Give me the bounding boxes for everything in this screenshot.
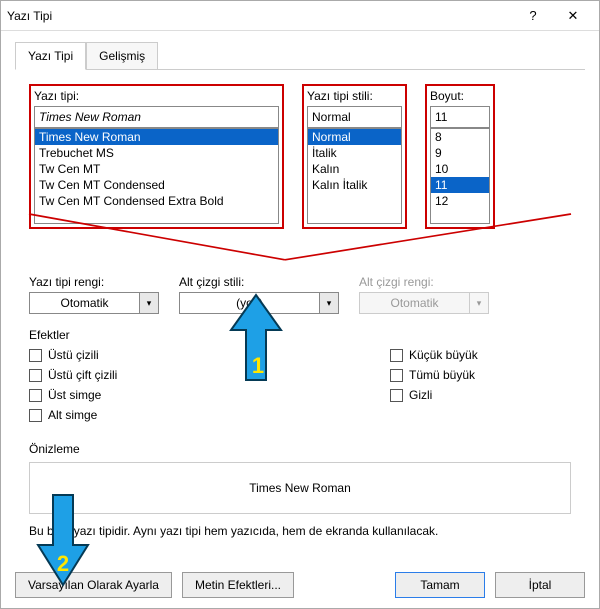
- tab-advanced[interactable]: Gelişmiş: [86, 42, 158, 70]
- chevron-down-icon: ▾: [469, 292, 489, 314]
- cb-smallcaps[interactable]: Küçük büyük: [390, 348, 571, 362]
- list-item[interactable]: 9: [431, 145, 489, 161]
- font-name-group: Yazı tipi: Times New Roman Times New Rom…: [29, 84, 284, 229]
- cb-hidden[interactable]: Gizli: [390, 388, 571, 402]
- font-style-group: Yazı tipi stili: Normal Normal İtalik Ka…: [302, 84, 407, 229]
- underline-style-combo[interactable]: (yok) ▾: [179, 292, 339, 314]
- cb-superscript[interactable]: Üst simge: [29, 388, 210, 402]
- window-title: Yazı Tipi: [7, 9, 513, 23]
- cb-allcaps[interactable]: Tümü büyük: [390, 368, 571, 382]
- chevron-down-icon[interactable]: ▾: [319, 292, 339, 314]
- style-list[interactable]: Normal İtalik Kalın Kalın İtalik: [307, 128, 402, 224]
- checkbox-icon: [390, 369, 403, 382]
- size-list[interactable]: 8 9 10 11 12: [430, 128, 490, 224]
- list-item[interactable]: Trebuchet MS: [35, 145, 278, 161]
- text-effects-button[interactable]: Metin Efektleri...: [182, 572, 294, 598]
- font-top-row: Yazı tipi: Times New Roman Times New Rom…: [29, 84, 571, 229]
- preview-text: Times New Roman: [249, 481, 351, 495]
- close-button[interactable]: ✕: [553, 8, 593, 24]
- font-dialog: Yazı Tipi ? ✕ Yazı Tipi Gelişmiş Yazı ti…: [0, 0, 600, 609]
- checkbox-icon: [390, 389, 403, 402]
- underline-color-value: Otomatik: [359, 292, 469, 314]
- checkbox-icon: [29, 409, 42, 422]
- list-item[interactable]: Kalın: [308, 161, 401, 177]
- cancel-button[interactable]: İptal: [495, 572, 585, 598]
- cb-strike[interactable]: Üstü çizili: [29, 348, 210, 362]
- style-input[interactable]: Normal: [307, 106, 402, 128]
- underline-color-label: Alt çizgi rengi:: [359, 275, 489, 289]
- dialog-footer: Varsayılan Olarak Ayarla Metin Efektleri…: [1, 562, 599, 608]
- checkbox-icon: [390, 349, 403, 362]
- checkbox-icon: [29, 369, 42, 382]
- list-item[interactable]: Tw Cen MT: [35, 161, 278, 177]
- font-input[interactable]: Times New Roman: [34, 106, 279, 128]
- list-item[interactable]: 8: [431, 129, 489, 145]
- effects-label: Efektler: [29, 328, 571, 342]
- list-item[interactable]: Normal: [308, 129, 401, 145]
- tab-font[interactable]: Yazı Tipi: [15, 42, 86, 70]
- list-item[interactable]: Tw Cen MT Condensed Extra Bold: [35, 193, 278, 209]
- list-item[interactable]: İtalik: [308, 145, 401, 161]
- help-button[interactable]: ?: [513, 8, 553, 23]
- cb-label: Küçük büyük: [409, 348, 478, 362]
- chevron-down-icon[interactable]: ▾: [139, 292, 159, 314]
- cb-label: Üst simge: [48, 388, 101, 402]
- underline-style-value: (yok): [179, 292, 319, 314]
- cb-label: Tümü büyük: [409, 368, 475, 382]
- ok-button[interactable]: Tamam: [395, 572, 485, 598]
- style-label: Yazı tipi stili:: [307, 89, 402, 103]
- checkbox-icon: [29, 349, 42, 362]
- size-label: Boyut:: [430, 89, 490, 103]
- font-list[interactable]: Times New Roman Trebuchet MS Tw Cen MT T…: [34, 128, 279, 224]
- titlebar: Yazı Tipi ? ✕: [1, 1, 599, 31]
- font-color-value: Otomatik: [29, 292, 139, 314]
- font-color-combo[interactable]: Otomatik ▾: [29, 292, 159, 314]
- list-item[interactable]: 12: [431, 193, 489, 209]
- cb-label: Gizli: [409, 388, 432, 402]
- list-item[interactable]: Times New Roman: [35, 129, 278, 145]
- underline-color-combo: Otomatik ▾: [359, 292, 489, 314]
- preview-box: Times New Roman: [29, 462, 571, 514]
- list-item[interactable]: 10: [431, 161, 489, 177]
- font-color-label: Yazı tipi rengi:: [29, 275, 159, 289]
- list-item[interactable]: Tw Cen MT Condensed: [35, 177, 278, 193]
- size-input[interactable]: 11: [430, 106, 490, 128]
- list-item[interactable]: Kalın İtalik: [308, 177, 401, 193]
- cb-label: Alt simge: [48, 408, 97, 422]
- list-item[interactable]: 11: [431, 177, 489, 193]
- cb-label: Üstü çizili: [48, 348, 99, 362]
- preview-label: Önizleme: [29, 442, 571, 456]
- cb-label: Üstü çift çizili: [48, 368, 117, 382]
- tab-strip: Yazı Tipi Gelişmiş: [15, 41, 599, 69]
- font-size-group: Boyut: 11 8 9 10 11 12: [425, 84, 495, 229]
- set-default-button[interactable]: Varsayılan Olarak Ayarla: [15, 572, 172, 598]
- checkbox-icon: [29, 389, 42, 402]
- preview-note: Bu bir e yazı tipidir. Aynı yazı tipi he…: [29, 524, 571, 538]
- cb-double-strike[interactable]: Üstü çift çizili: [29, 368, 210, 382]
- underline-style-label: Alt çizgi stili:: [179, 275, 339, 289]
- cb-subscript[interactable]: Alt simge: [29, 408, 210, 422]
- font-label: Yazı tipi:: [34, 89, 279, 103]
